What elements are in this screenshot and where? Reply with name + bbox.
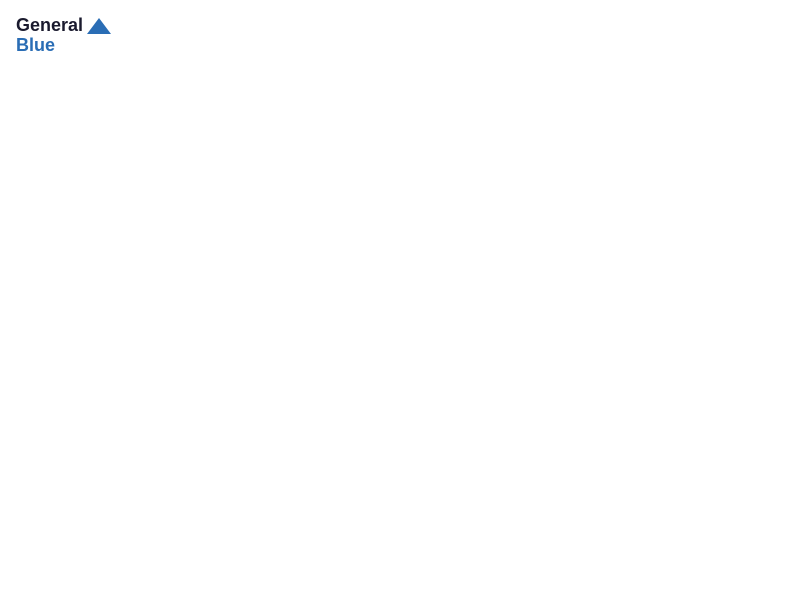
page-header: General Blue bbox=[16, 16, 776, 56]
logo-icon bbox=[87, 18, 111, 34]
logo: General Blue bbox=[16, 16, 111, 56]
logo-blue: Blue bbox=[16, 36, 55, 56]
logo-general: General bbox=[16, 16, 83, 36]
